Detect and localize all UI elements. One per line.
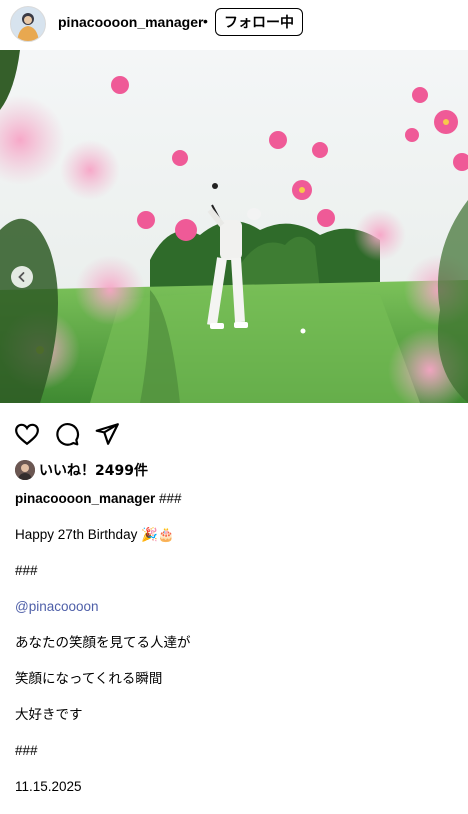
post-photo[interactable] — [0, 50, 468, 403]
caption-first-line: pinacoooon_manager ### — [15, 490, 455, 526]
carousel-prev-button[interactable] — [11, 266, 33, 288]
chevron-left-icon — [16, 271, 28, 283]
following-button[interactable]: フォロー中 — [215, 8, 303, 36]
caption-line: あなたの笑顔を見てる人達が — [15, 635, 191, 651]
post-date: 11.15.2025 — [15, 779, 82, 794]
caption-line: Happy 27th Birthday 🎉🎂 — [15, 527, 175, 542]
liker-avatar — [15, 460, 35, 480]
post-author-username[interactable]: pinacoooon_manager — [58, 14, 203, 30]
post-caption: pinacoooon_manager ### Happy 27th Birthd… — [15, 490, 455, 814]
likes-count: いいね！2499件 — [39, 463, 148, 479]
like-button[interactable] — [14, 421, 40, 447]
separator-dot: • — [203, 13, 208, 29]
share-button[interactable] — [94, 421, 120, 447]
comment-icon — [54, 423, 80, 451]
post-actions — [14, 421, 120, 447]
caption-text: ### — [155, 491, 182, 506]
paper-plane-icon — [94, 423, 120, 451]
caption-username[interactable]: pinacoooon_manager — [15, 491, 155, 506]
mention-link[interactable]: @pinacoooon — [15, 598, 455, 634]
post-header: pinacoooon_manager • フォロー中 — [0, 0, 468, 48]
likes-row[interactable]: いいね！2499件 — [15, 459, 148, 481]
avatar[interactable] — [10, 6, 46, 42]
caption-line: ### — [15, 743, 38, 758]
comment-button[interactable] — [54, 421, 80, 447]
golf-cosmos-photo — [0, 50, 468, 403]
caption-line: 笑顔になってくれる瞬間 — [15, 671, 163, 687]
heart-icon — [14, 423, 40, 451]
caption-line: 大好きです — [15, 707, 83, 723]
caption-line: ### — [15, 563, 38, 578]
